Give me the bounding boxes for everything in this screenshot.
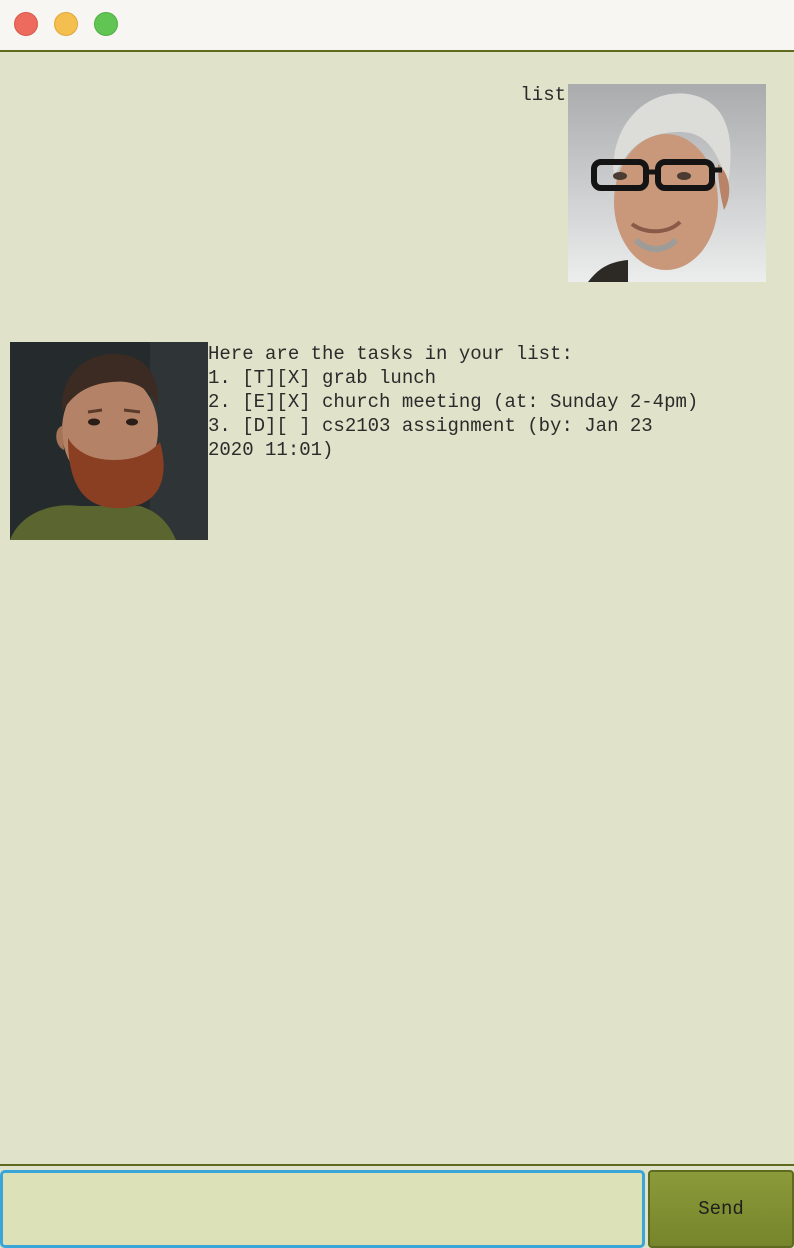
close-window-button[interactable] bbox=[14, 12, 38, 36]
user-avatar bbox=[568, 84, 766, 282]
user-message-text: list bbox=[520, 84, 566, 106]
user-input-field[interactable] bbox=[0, 1170, 645, 1248]
bot-avatar bbox=[10, 342, 208, 540]
input-bar: Send bbox=[0, 1164, 794, 1248]
minimize-window-button[interactable] bbox=[54, 12, 78, 36]
window-titlebar bbox=[0, 0, 794, 52]
bot-message-text: Here are the tasks in your list: 1. [T][… bbox=[208, 343, 699, 461]
dialog-container[interactable]: list Here are the tasks in your list: 1.… bbox=[0, 54, 794, 1164]
maximize-window-button[interactable] bbox=[94, 12, 118, 36]
send-button[interactable]: Send bbox=[648, 1170, 794, 1248]
